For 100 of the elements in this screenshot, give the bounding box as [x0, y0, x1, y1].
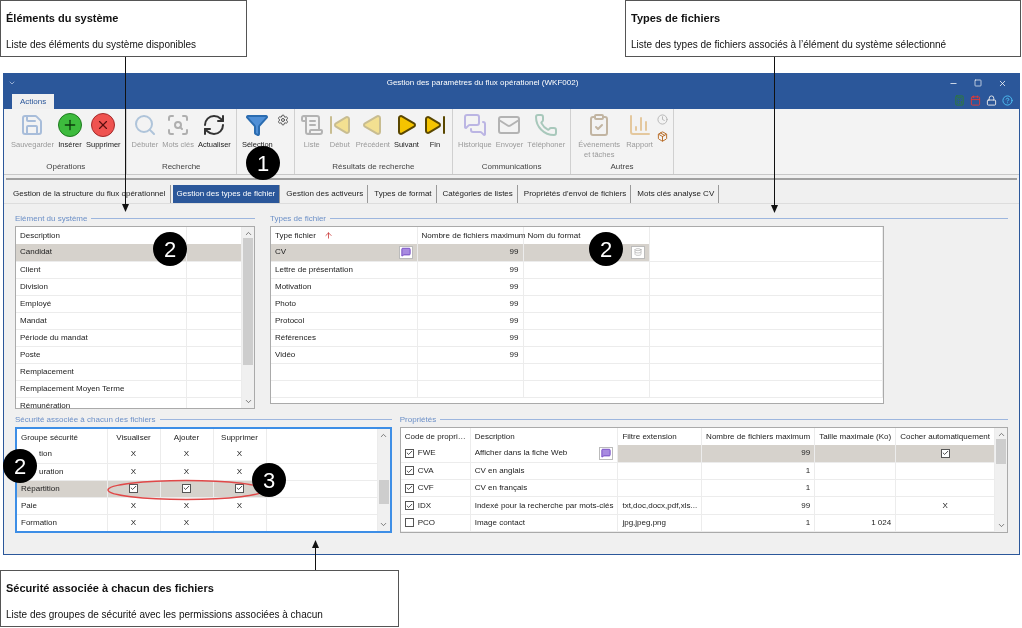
- sort-arrow-icon[interactable]: [323, 231, 333, 240]
- checkbox[interactable]: [940, 448, 950, 458]
- table-cell: uration: [39, 466, 64, 476]
- table-cell: X: [236, 500, 243, 510]
- checkbox[interactable]: [404, 501, 414, 511]
- sql-button[interactable]: [630, 245, 645, 259]
- lock-icon[interactable]: [986, 95, 997, 106]
- table-cell: Paie: [21, 500, 37, 510]
- scroll-thumb[interactable]: [243, 238, 253, 366]
- table-cell: Rémunération: [20, 400, 71, 408]
- column-header[interactable]: Type fichier: [275, 229, 316, 242]
- column-header[interactable]: Nom du format: [527, 230, 581, 240]
- table-cell: 99: [509, 298, 519, 308]
- table-cell: 1: [805, 465, 811, 475]
- column-header[interactable]: Taille maximale (Ko): [819, 431, 892, 441]
- table-cell: Image contact: [474, 516, 525, 529]
- table-cell: 99: [509, 247, 519, 257]
- table-cell: Vidéo: [275, 348, 296, 361]
- callout-title: Sécurité associée à chacun des fichiers: [6, 581, 215, 596]
- scroll-down-icon[interactable]: [243, 397, 253, 406]
- table-cell: FWE: [417, 447, 436, 460]
- scroll-down-icon[interactable]: [996, 521, 1006, 530]
- tab[interactable]: Propriétés d'envoi de fichiers: [519, 185, 632, 203]
- table-cell: X: [942, 500, 948, 510]
- checkbox[interactable]: [404, 483, 414, 493]
- table-cell: CVF: [417, 482, 434, 495]
- callout-title: Éléments du système: [6, 11, 120, 26]
- table-cell: Protocol: [275, 314, 305, 327]
- group-label: Recherche: [161, 161, 201, 173]
- scroll-thumb[interactable]: [378, 480, 389, 504]
- column-header[interactable]: Description: [20, 230, 60, 240]
- table-cell: X: [183, 517, 190, 527]
- checkbox[interactable]: [182, 483, 191, 493]
- scroll-icon: [299, 113, 324, 137]
- checkbox[interactable]: [235, 483, 244, 493]
- menu-icon[interactable]: [8, 79, 16, 87]
- tab[interactable]: Gestion des activeurs: [282, 185, 369, 203]
- help-icon[interactable]: [1002, 95, 1013, 106]
- tab[interactable]: Mots clés analyse CV: [633, 185, 720, 203]
- group-label: Résultats de recherche: [332, 161, 415, 173]
- table-cell: jpg,jpeg,png: [622, 517, 666, 527]
- tab[interactable]: Types de format: [370, 185, 437, 203]
- scroll-down-icon[interactable]: [379, 520, 389, 529]
- table-cell: PCO: [417, 516, 436, 529]
- table-cell: Client: [20, 264, 41, 274]
- table-row[interactable]: FWE Afficher dans la fiche Web 99: [400, 445, 995, 463]
- tab[interactable]: Catégories de listes: [438, 185, 518, 203]
- column-header[interactable]: Cocher automatiquement: [900, 431, 990, 441]
- scroll-up-icon[interactable]: [243, 229, 253, 238]
- column-header[interactable]: Nombre de fichiers maximum: [421, 230, 526, 240]
- table-cell: X: [183, 466, 190, 476]
- comment-button[interactable]: [599, 446, 614, 460]
- scroll-up-icon[interactable]: [996, 430, 1006, 439]
- table-cell: Période du mandat: [20, 332, 88, 342]
- section-title: Sécurité associée à chacun des fichiers: [15, 413, 156, 426]
- checkbox[interactable]: [404, 466, 414, 476]
- table-cell: X: [183, 500, 190, 510]
- column-header[interactable]: Description: [474, 431, 515, 441]
- ribbon-small-button[interactable]: [655, 130, 669, 143]
- maximize-icon[interactable]: [974, 79, 982, 87]
- bar-chart-icon: [627, 113, 652, 137]
- table-cell: Motivation: [275, 280, 312, 293]
- checkbox[interactable]: [404, 518, 414, 528]
- table-cell: X: [130, 466, 137, 476]
- window-title: Gestion des paramètres du flux opérationel (WKF002): [385, 77, 580, 89]
- scrollbar[interactable]: [242, 227, 254, 408]
- column-header[interactable]: Nombre de fichiers maximum: [706, 431, 811, 441]
- table-cell: txt,doc,docx,pdf,xls...: [622, 500, 698, 510]
- table-cell: Références: [275, 331, 316, 344]
- ribbon-tab[interactable]: Actions: [12, 94, 55, 109]
- comment-button[interactable]: [398, 245, 413, 259]
- table-cell: X: [183, 449, 190, 459]
- column-header[interactable]: Groupe sécurité: [21, 432, 78, 442]
- x-icon: [91, 113, 116, 137]
- column-header[interactable]: Ajouter: [173, 432, 200, 442]
- close-icon[interactable]: [998, 78, 1007, 88]
- column-header[interactable]: Filtre extension: [622, 431, 677, 441]
- column-header[interactable]: Supprimer: [221, 432, 258, 442]
- scroll-thumb[interactable]: [996, 439, 1006, 464]
- checkbox[interactable]: [129, 483, 138, 493]
- table-cell: Remplacement: [20, 366, 74, 376]
- refresh-icon: [202, 113, 227, 137]
- checkbox[interactable]: [404, 448, 414, 458]
- search-icon: [166, 113, 191, 137]
- table-cell: 99: [509, 315, 519, 325]
- column-header[interactable]: Code de propri…: [404, 431, 466, 441]
- table-cell: X: [130, 517, 137, 527]
- callout-text: Liste des groupes de sécurité avec les permissions associées à chacun: [6, 607, 324, 622]
- search-icon: [132, 113, 157, 137]
- filter-icon: [245, 113, 270, 137]
- table-row[interactable]: Rémunération: [16, 397, 242, 408]
- phone-icon: [534, 113, 559, 137]
- table-cell: X: [236, 466, 243, 476]
- ribbon-small-button[interactable]: [275, 113, 290, 127]
- scrollbar[interactable]: [995, 428, 1007, 532]
- column-header[interactable]: Visualiser: [116, 432, 151, 442]
- tab[interactable]: Gestion des types de fichier: [172, 185, 281, 203]
- callout-text: Liste des éléments du système disponibles: [6, 37, 198, 52]
- scroll-up-icon[interactable]: [379, 431, 389, 440]
- table-cell: X: [130, 449, 137, 459]
